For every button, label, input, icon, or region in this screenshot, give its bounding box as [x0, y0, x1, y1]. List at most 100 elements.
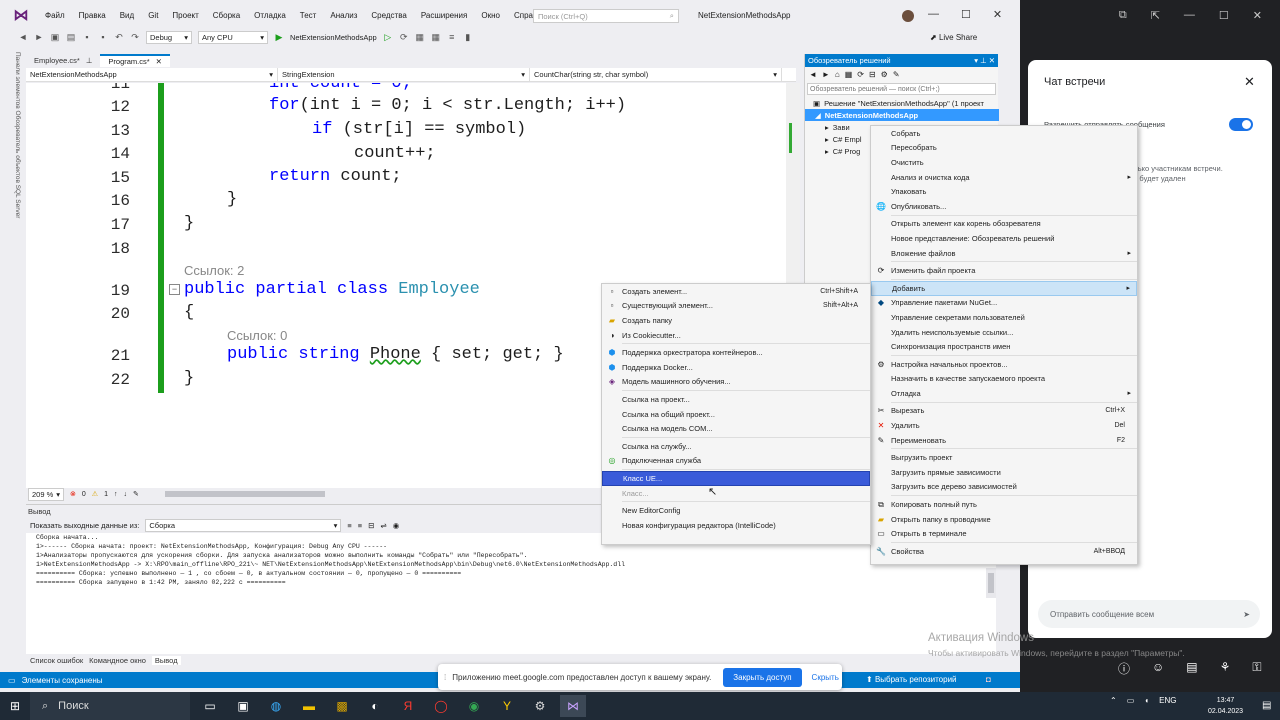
tab-error-list[interactable]: Список ошибок — [30, 656, 83, 665]
context-menu-item[interactable]: ✕ Удалить Del — [871, 418, 1137, 433]
language-indicator[interactable]: ENG — [1159, 696, 1176, 705]
context-menu-item[interactable]: ▭ Открыть в терминале — [871, 526, 1137, 541]
pin-icon[interactable]: ▾ ⊥ ✕ — [974, 56, 995, 65]
send-icon[interactable]: ➤ — [1243, 610, 1250, 619]
back-icon[interactable]: ◄ — [809, 70, 817, 79]
yandex-icon[interactable]: Я — [395, 695, 421, 717]
warning-icon[interactable]: ⚠ — [92, 490, 98, 498]
context-menu-item[interactable]: Пересобрать — [871, 141, 1137, 156]
save-all-icon[interactable]: ▪ — [98, 32, 108, 42]
tab-output[interactable]: Вывод — [151, 656, 181, 665]
close-icon[interactable]: ✕ — [1244, 74, 1255, 90]
class-nav-dropdown[interactable]: StringExtension ▾ — [278, 68, 530, 81]
menu-window[interactable]: Окно — [474, 11, 507, 20]
context-menu-item[interactable]: ⟳ Изменить файл проекта — [871, 263, 1137, 278]
watch-icon[interactable]: ◉ — [393, 521, 400, 530]
menu-test[interactable]: Тест — [293, 11, 324, 20]
context-menu-item[interactable]: Очистить — [871, 155, 1137, 170]
settings-icon[interactable]: ⚙ — [881, 70, 888, 79]
vs-search-input[interactable]: Поиск (Ctrl+Q) ⌕ — [533, 9, 679, 23]
add-submenu-item[interactable]: ⬢ Поддержка оркестратора контейнеров... — [602, 345, 870, 360]
menu-extensions[interactable]: Расширения — [414, 11, 475, 20]
context-menu-item[interactable]: Упаковать — [871, 184, 1137, 199]
info-icon[interactable]: ⓘ — [1118, 660, 1130, 677]
project-nav-dropdown[interactable]: NetExtensionMethodsApp ▾ — [26, 68, 278, 81]
tab-employee[interactable]: Employee.cs* ⊥ — [26, 54, 100, 67]
chat-icon[interactable]: ▤ — [1186, 660, 1197, 677]
arrow-up-icon[interactable]: ↑ — [114, 491, 118, 498]
lock-icon[interactable]: ⚿ — [1252, 660, 1261, 677]
app-icon[interactable]: ▣ — [230, 695, 256, 717]
solution-node[interactable]: ▣ Решение "NetExtensionMethodsApp" (1 про… — [805, 97, 998, 109]
context-menu-item[interactable]: Собрать — [871, 126, 1137, 141]
context-menu-item[interactable]: Добавить ▸ — [871, 280, 1137, 296]
tab-command-window[interactable]: Командное окно — [89, 656, 146, 665]
restore-icon[interactable]: ⧉ — [1119, 9, 1127, 22]
context-menu-item[interactable]: Удалить неиспользуемые ссылки... — [871, 325, 1137, 340]
notification-icon[interactable]: ◘ — [986, 675, 991, 684]
open-icon[interactable]: ▤ — [66, 32, 76, 42]
context-menu-item[interactable]: 🔧 Свойства Alt+ВВОД — [871, 544, 1137, 559]
run-icon[interactable]: ▶ — [274, 32, 284, 42]
context-menu-item[interactable]: ⧉ Копировать полный путь — [871, 497, 1137, 512]
tab-program[interactable]: Program.cs* ✕ — [100, 54, 170, 67]
wrench-icon[interactable]: ✎ — [893, 70, 900, 79]
hide-banner-button[interactable]: Скрыть — [812, 673, 839, 682]
bookmark-icon[interactable]: ▮ — [463, 32, 473, 42]
context-menu-item[interactable]: Управление секретами пользователей — [871, 310, 1137, 325]
context-menu-item[interactable]: Синхронизация пространств имен — [871, 339, 1137, 354]
pin-icon[interactable]: ⊥ — [86, 56, 93, 65]
context-menu-item[interactable]: Загрузить все дерево зависимостей — [871, 480, 1137, 495]
visual-studio-logo-icon[interactable]: ⋈ — [10, 4, 32, 26]
close-icon[interactable]: ✕ — [1253, 9, 1262, 22]
add-submenu-item[interactable]: Класс... — [602, 486, 870, 501]
app-icon[interactable]: ◐ — [362, 695, 388, 717]
context-menu-item[interactable]: Анализ и очистка кода ▸ — [871, 170, 1137, 185]
menu-view[interactable]: Вид — [113, 11, 141, 20]
output-source-dropdown[interactable]: Сборка ▾ — [145, 518, 342, 532]
notifications-icon[interactable]: ▤ — [1262, 700, 1271, 711]
volume-icon[interactable]: ◖ — [1144, 696, 1149, 705]
drag-handle-icon[interactable]: ⁞ — [444, 673, 446, 682]
yandex-browser-icon[interactable]: Y — [494, 695, 520, 717]
edge-icon[interactable]: ◍ — [263, 695, 289, 717]
context-menu-item[interactable]: 🌐 Опубликовать... — [871, 199, 1137, 214]
chrome-icon[interactable]: ◉ — [461, 695, 487, 717]
activities-icon[interactable]: ⚘ — [1220, 660, 1231, 677]
member-nav-dropdown[interactable]: CountChar(string str, char symbol) ▾ — [530, 68, 782, 81]
task-view-icon[interactable]: ▭ — [197, 695, 223, 717]
context-menu-item[interactable]: ✎ Переименовать F2 — [871, 433, 1137, 448]
output-toolbar-icon[interactable]: ≡ — [358, 521, 362, 530]
menu-project[interactable]: Проект — [165, 11, 205, 20]
save-icon[interactable]: ▪ — [82, 32, 92, 42]
brush-icon[interactable]: ✎ — [133, 490, 139, 498]
property-references-codelens[interactable]: Ссылок: 0 — [227, 328, 287, 343]
chat-message-input[interactable]: Отправить сообщение всем ➤ — [1038, 600, 1260, 628]
close-icon[interactable]: ✕ — [993, 8, 1002, 21]
avatar[interactable] — [902, 10, 914, 22]
undo-icon[interactable]: ↶ — [114, 32, 124, 42]
menu-file[interactable]: Файл — [38, 11, 72, 20]
minimize-icon[interactable]: — — [928, 8, 939, 21]
forward-icon[interactable]: ► — [822, 70, 830, 79]
redo-icon[interactable]: ↷ — [130, 32, 140, 42]
horizontal-scrollbar[interactable] — [164, 491, 325, 497]
app-icon[interactable]: ⚙ — [527, 695, 553, 717]
menu-git[interactable]: Git — [141, 11, 165, 20]
add-submenu-item[interactable]: New EditorConfig — [602, 503, 870, 518]
toolbar-extra-icon[interactable]: ▦ — [415, 32, 425, 42]
run-target[interactable]: NetExtensionMethodsApp — [290, 33, 377, 42]
arrow-down-icon[interactable]: ↓ — [123, 491, 127, 498]
add-submenu-item[interactable]: Ссылка на общий проект... — [602, 407, 870, 422]
wrap-icon[interactable]: ⇌ — [380, 521, 386, 530]
chevron-up-icon[interactable]: ⌃ — [1110, 696, 1117, 705]
windows-start-icon[interactable]: ⊞ — [10, 699, 20, 713]
add-submenu-item[interactable]: ▫ Существующий элемент... Shift+Alt+A — [602, 299, 870, 314]
context-menu-item[interactable]: Назначить в качестве запускаемого проект… — [871, 372, 1137, 387]
stop-sharing-button[interactable]: Закрыть доступ — [723, 667, 802, 687]
add-submenu-item[interactable]: ◎ Подключенная служба — [602, 454, 870, 469]
hot-reload-icon[interactable]: ⟳ — [399, 32, 409, 42]
context-menu-item[interactable]: Отладка ▸ — [871, 386, 1137, 401]
context-menu-item[interactable]: Выгрузить проект — [871, 450, 1137, 465]
solution-explorer-search[interactable]: Обозреватель решений — поиск (Ctrl+;) — [807, 83, 996, 95]
